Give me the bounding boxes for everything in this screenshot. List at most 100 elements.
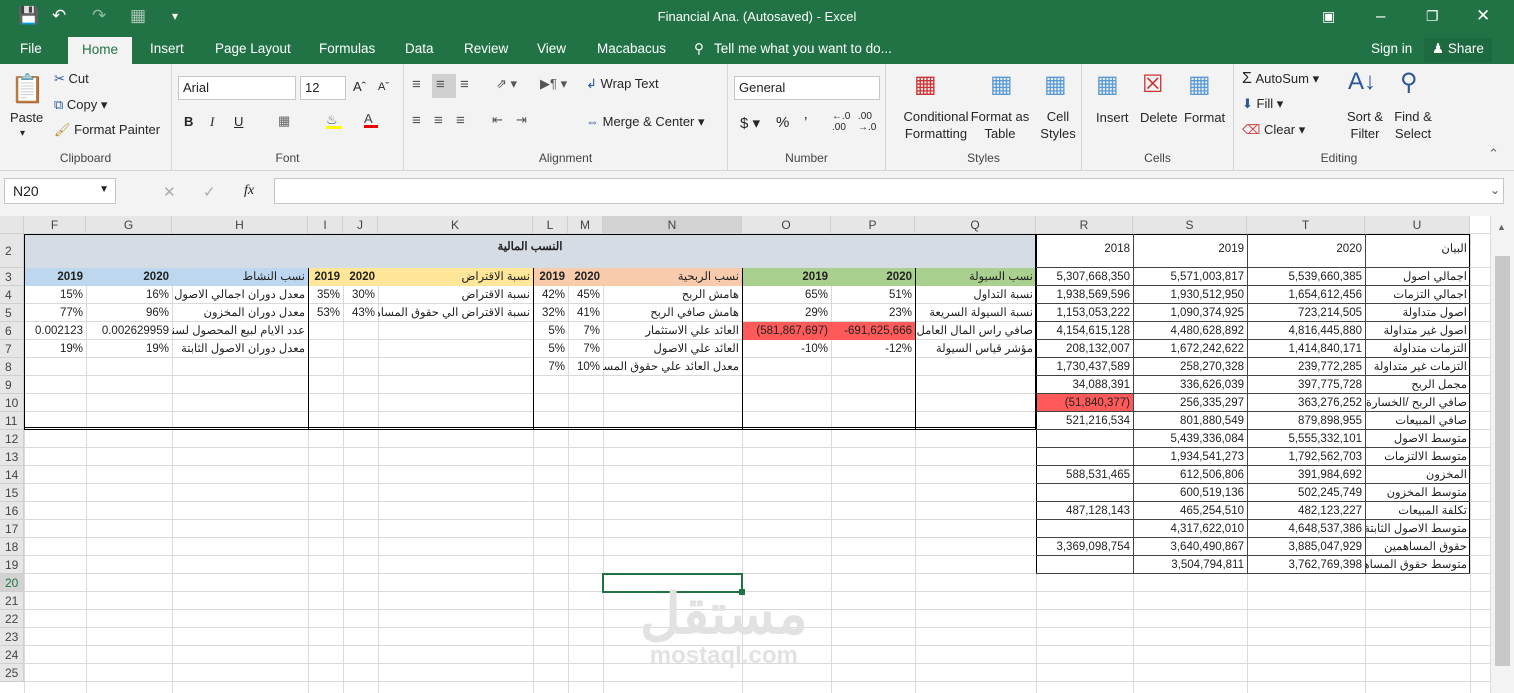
- grow-font-icon[interactable]: Aˆ: [353, 79, 366, 94]
- value-2020[interactable]: 482,123,227: [1247, 502, 1365, 520]
- profit-value-2020[interactable]: 10%: [568, 358, 603, 376]
- data-row-label[interactable]: تكلفة المبيعات: [1365, 502, 1470, 520]
- year-header-2018[interactable]: 2018: [1036, 234, 1133, 268]
- autosum-button[interactable]: Σ AutoSum ▾: [1242, 70, 1319, 88]
- value-2020[interactable]: 391,984,692: [1247, 466, 1365, 484]
- delete-cells-button[interactable]: Delete: [1140, 110, 1178, 125]
- insert-cells-button[interactable]: Insert: [1096, 110, 1129, 125]
- rtl-direction-icon[interactable]: ▶¶ ▾: [540, 76, 567, 92]
- clear-button[interactable]: ⌫ Clear ▾: [1242, 122, 1305, 138]
- liquidity-value-2019[interactable]: 65%: [742, 286, 831, 304]
- restore-icon[interactable]: ❐: [1426, 5, 1439, 27]
- ribbon-display-icon[interactable]: ▣: [1322, 5, 1335, 27]
- value-2019[interactable]: 5,571,003,817: [1133, 268, 1247, 286]
- column-header[interactable]: S: [1133, 216, 1247, 234]
- value-2019[interactable]: 1,930,512,950: [1133, 286, 1247, 304]
- profit-row-label[interactable]: هامش الربح: [603, 286, 742, 304]
- profit-value-2019[interactable]: 32%: [533, 304, 568, 322]
- tell-me-search[interactable]: Tell me what you want to do...: [714, 41, 892, 56]
- value-2018[interactable]: 487,128,143: [1036, 502, 1133, 520]
- liquidity-value-2020[interactable]: 23%: [831, 304, 915, 322]
- find-select-button[interactable]: Find & Select: [1388, 108, 1438, 142]
- row-header[interactable]: 20: [0, 574, 24, 592]
- column-header[interactable]: L: [533, 216, 568, 234]
- leverage-value-2019[interactable]: 35%: [308, 286, 343, 304]
- value-2018[interactable]: 3,369,098,754: [1036, 538, 1133, 556]
- borders-icon[interactable]: ▦: [278, 113, 290, 129]
- row-header[interactable]: 22: [0, 610, 24, 628]
- value-2018[interactable]: 4,154,615,128: [1036, 322, 1133, 340]
- tab-formulas[interactable]: Formulas: [319, 41, 375, 56]
- value-2020[interactable]: 723,214,505: [1247, 304, 1365, 322]
- format-table-icon[interactable]: ▦: [990, 70, 1013, 99]
- select-all-corner[interactable]: [0, 216, 24, 234]
- leverage-value-2019[interactable]: 53%: [308, 304, 343, 322]
- value-2019[interactable]: 1,672,242,622: [1133, 340, 1247, 358]
- value-2019[interactable]: 3,504,794,811: [1133, 556, 1247, 574]
- liquidity-year-2019[interactable]: 2019: [742, 268, 831, 286]
- value-2018[interactable]: 34,088,391: [1036, 376, 1133, 394]
- leverage-row-label[interactable]: نسبة الاقتراض الي حقوق المساهمين: [378, 304, 533, 322]
- row-header[interactable]: 24: [0, 646, 24, 664]
- format-cells-icon[interactable]: ▦: [1188, 70, 1211, 99]
- activity-year-2020[interactable]: 2020: [86, 268, 172, 286]
- value-2020[interactable]: 5,555,332,101: [1247, 430, 1365, 448]
- data-row-label[interactable]: صافي الربح /الخسارة: [1365, 394, 1470, 412]
- profit-row-label[interactable]: العائد علي الاستثمار: [603, 322, 742, 340]
- sign-in-link[interactable]: Sign in: [1371, 41, 1412, 56]
- row-header[interactable]: 15: [0, 484, 24, 502]
- increase-decimal-icon[interactable]: ←.0.00: [832, 111, 850, 133]
- activity-value-2019[interactable]: 15%: [24, 286, 86, 304]
- profit-year-2019[interactable]: 2019: [533, 268, 568, 286]
- row-header[interactable]: 12: [0, 430, 24, 448]
- liquidity-row-label[interactable]: صافي راس المال العامل: [915, 322, 1036, 340]
- profit-value-2020[interactable]: 45%: [568, 286, 603, 304]
- name-box[interactable]: N20 ▼: [4, 178, 116, 204]
- activity-value-2020[interactable]: 0.002629959: [86, 322, 172, 340]
- row-header[interactable]: 21: [0, 592, 24, 610]
- comma-icon[interactable]: ’: [804, 114, 807, 131]
- value-2018[interactable]: 5,307,668,350: [1036, 268, 1133, 286]
- tab-macabacus[interactable]: Macabacus: [597, 41, 666, 56]
- row-header[interactable]: 16: [0, 502, 24, 520]
- find-select-icon[interactable]: ⚲: [1400, 68, 1418, 97]
- paste-icon[interactable]: 📋: [10, 72, 45, 105]
- year-header-2020[interactable]: 2020: [1247, 234, 1365, 268]
- row-header[interactable]: 14: [0, 466, 24, 484]
- profit-value-2019[interactable]: 5%: [533, 340, 568, 358]
- value-2019[interactable]: 336,626,039: [1133, 376, 1247, 394]
- liquidity-header[interactable]: نسب السيولة: [915, 268, 1036, 286]
- sheet-title[interactable]: النسب المالية: [24, 234, 1036, 268]
- value-2019[interactable]: 1,934,541,273: [1133, 448, 1247, 466]
- value-2019[interactable]: 4,317,622,010: [1133, 520, 1247, 538]
- activity-value-2020[interactable]: 19%: [86, 340, 172, 358]
- row-header[interactable]: 7: [0, 340, 24, 358]
- minimize-icon[interactable]: –: [1376, 5, 1385, 27]
- font-size-select[interactable]: 12: [300, 76, 346, 100]
- liquidity-value-2019[interactable]: 29%: [742, 304, 831, 322]
- value-2020[interactable]: 1,792,562,703: [1247, 448, 1365, 466]
- insert-function-icon[interactable]: fx: [244, 183, 254, 199]
- year-header-2019[interactable]: 2019: [1133, 234, 1247, 268]
- value-2020[interactable]: 3,885,047,929: [1247, 538, 1365, 556]
- value-2020[interactable]: 1,414,840,171: [1247, 340, 1365, 358]
- align-middle-icon[interactable]: ≡: [432, 74, 456, 98]
- profit-year-2020[interactable]: 2020: [568, 268, 603, 286]
- tab-home[interactable]: Home: [68, 37, 133, 64]
- cell-styles-icon[interactable]: ▦: [1044, 70, 1067, 99]
- profit-value-2020[interactable]: 7%: [568, 340, 603, 358]
- liquidity-value-2019[interactable]: -10%: [742, 340, 831, 358]
- align-top-icon[interactable]: ≡: [412, 76, 421, 93]
- decrease-decimal-icon[interactable]: .00 →.0: [858, 111, 876, 133]
- font-color-icon[interactable]: A: [364, 111, 378, 128]
- paste-dropdown-icon[interactable]: ▾: [20, 128, 25, 139]
- row-header[interactable]: 25: [0, 664, 24, 682]
- activity-year-2019[interactable]: 2019: [24, 268, 86, 286]
- tab-review[interactable]: Review: [464, 41, 508, 56]
- profit-row-label[interactable]: معدل العائد علي حقوق المساهمين: [603, 358, 742, 376]
- row-header[interactable]: 10: [0, 394, 24, 412]
- activity-row-label[interactable]: معدل دوران الاصول الثابتة: [172, 340, 308, 358]
- underline-button[interactable]: U: [234, 114, 243, 129]
- tab-data[interactable]: Data: [405, 41, 434, 56]
- value-2019[interactable]: 258,270,328: [1133, 358, 1247, 376]
